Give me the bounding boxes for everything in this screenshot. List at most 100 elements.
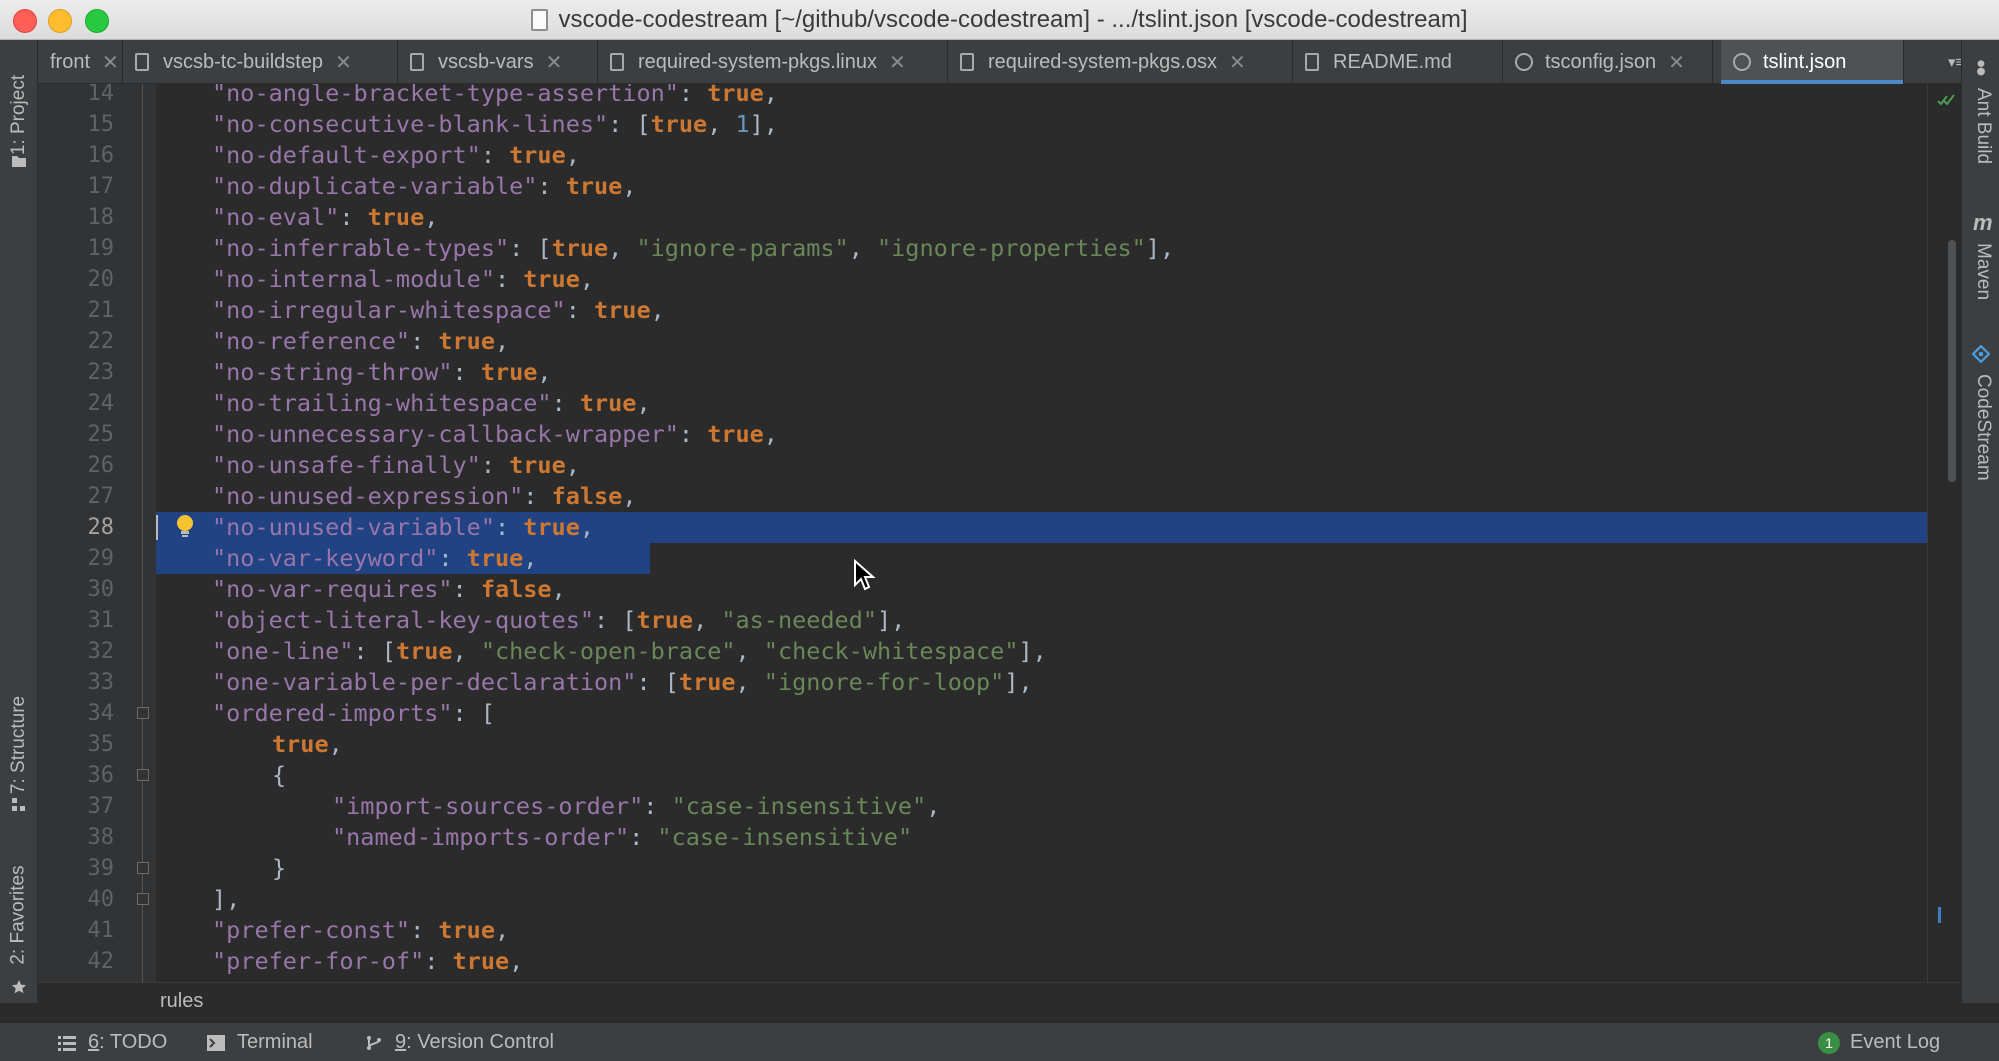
code-line[interactable]: 15 "no-consecutive-blank-lines": [true, 1… [38, 109, 1961, 140]
code-line[interactable]: 37 "import-sources-order": "case-insensit… [38, 791, 1961, 822]
code-text[interactable]: "no-unused-expression": false, [212, 481, 636, 512]
code-text[interactable]: "no-inferrable-types": [true, "ignore-pa… [212, 233, 1174, 264]
code-line[interactable]: 32 "one-line": [true, "check-open-brace",… [38, 636, 1961, 667]
code-text[interactable]: true, [272, 729, 343, 760]
code-text[interactable]: "no-duplicate-variable": true, [212, 171, 636, 202]
close-tab-icon[interactable]: ✕ [889, 50, 906, 75]
terminal-tool-button[interactable]: Terminal [207, 1023, 313, 1061]
code-text[interactable]: "no-string-throw": true, [212, 357, 552, 388]
close-tab-icon[interactable]: ✕ [335, 50, 352, 75]
code-editor[interactable]: 14 "no-angle-bracket-type-assertion": tru… [38, 84, 1961, 982]
code-text[interactable]: "no-reference": true, [212, 326, 509, 357]
code-line[interactable]: 26 "no-unsafe-finally": true, [38, 450, 1961, 481]
tab-tslint[interactable]: tslint.json [1721, 40, 1904, 84]
code-line[interactable]: 40], [38, 884, 1961, 915]
close-tab-icon[interactable]: ✕ [1229, 50, 1246, 75]
code-text[interactable]: "import-sources-order": "case-insensitiv… [332, 791, 940, 822]
tab-vscsb-vars[interactable]: vscsb-vars ✕ [398, 40, 598, 84]
code-line[interactable]: 31 "object-literal-key-quotes": [true, "a… [38, 605, 1961, 636]
code-line[interactable]: 35 true, [38, 729, 1961, 760]
fold-marker-icon[interactable] [137, 707, 149, 719]
code-line[interactable]: 29 "no-var-keyword": true, [38, 543, 1961, 574]
breadcrumb-item[interactable]: rules [160, 990, 203, 1013]
event-log-button[interactable]: 1 Event Log [1818, 1023, 1940, 1061]
close-tab-icon[interactable]: ✕ [546, 50, 563, 75]
code-token: true [480, 358, 538, 386]
version-control-tool-button[interactable]: 9: Version Control [365, 1023, 554, 1061]
code-line[interactable]: 16 "no-default-export": true, [38, 140, 1961, 171]
code-text[interactable]: "no-unsafe-finally": true, [212, 450, 580, 481]
code-text[interactable]: "no-unused-variable": true, [212, 512, 594, 543]
code-text[interactable]: "no-var-keyword": true, [212, 543, 537, 574]
code-line[interactable]: 41 "prefer-const": true, [38, 915, 1961, 946]
code-line[interactable]: 14 "no-angle-bracket-type-assertion": tru… [38, 84, 1961, 109]
code-line[interactable]: 17 "no-duplicate-variable": true, [38, 171, 1961, 202]
code-text[interactable]: "no-irregular-whitespace": true, [212, 295, 665, 326]
tab-readme[interactable]: README.md [1293, 40, 1503, 84]
fold-marker-icon[interactable] [137, 862, 149, 874]
code-line[interactable]: 18 "no-eval": true, [38, 202, 1961, 233]
code-line[interactable]: 36 { [38, 760, 1961, 791]
editor-tab-bar: front ✕ vscsb-tc-buildstep ✕ vscsb-vars … [38, 40, 1973, 84]
todo-tool-button[interactable]: 6: TODO [58, 1023, 167, 1061]
favorites-tool-button[interactable]: 2: Favorites [0, 840, 38, 990]
code-token: : [424, 947, 453, 975]
code-line[interactable]: 38 "named-imports-order": "case-insensiti… [38, 822, 1961, 853]
code-text[interactable]: "no-internal-module": true, [212, 264, 594, 295]
code-text[interactable]: "no-consecutive-blank-lines": [true, 1], [212, 109, 778, 140]
code-token: true [551, 234, 609, 262]
code-text[interactable]: "no-trailing-whitespace": true, [212, 388, 651, 419]
code-line[interactable]: 27 "no-unused-expression": false, [38, 481, 1961, 512]
tab-tsconfig[interactable]: tsconfig.json ✕ [1503, 40, 1713, 84]
code-token: , [494, 916, 510, 944]
tab-vscsb-tc-buildstep[interactable]: vscsb-tc-buildstep ✕ [123, 40, 398, 84]
maven-tool-button[interactable]: Maven [1962, 243, 1999, 353]
close-tab-icon[interactable]: ✕ [1668, 50, 1685, 75]
code-text[interactable]: "object-literal-key-quotes": [true, "as-… [212, 605, 905, 636]
tab-required-system-pkgs-osx[interactable]: required-system-pkgs.osx ✕ [948, 40, 1293, 84]
code-line[interactable]: 21 "no-irregular-whitespace": true, [38, 295, 1961, 326]
editor-scrollbar[interactable] [1927, 84, 1961, 982]
intention-bulb-icon[interactable] [172, 512, 198, 543]
code-line[interactable]: 30 "no-var-requires": false, [38, 574, 1961, 605]
code-text[interactable]: "ordered-imports": [ [212, 698, 495, 729]
code-text[interactable]: } [272, 853, 286, 884]
code-text[interactable]: { [272, 760, 286, 791]
code-token: : [643, 792, 672, 820]
code-line[interactable]: 28 "no-unused-variable": true, [38, 512, 1961, 543]
code-line[interactable]: 22 "no-reference": true, [38, 326, 1961, 357]
line-number: 21 [87, 298, 115, 323]
code-line[interactable]: 33 "one-variable-per-declaration": [true,… [38, 667, 1961, 698]
code-text[interactable]: "named-imports-order": "case-insensitive… [332, 822, 912, 853]
tab-front[interactable]: front ✕ [38, 40, 123, 84]
code-line[interactable]: 23 "no-string-throw": true, [38, 357, 1961, 388]
codestream-tool-button[interactable]: CodeStream [1962, 374, 1999, 514]
tab-required-system-pkgs-linux[interactable]: required-system-pkgs.linux ✕ [598, 40, 948, 84]
code-line[interactable]: 20 "no-internal-module": true, [38, 264, 1961, 295]
code-text[interactable]: "no-default-export": true, [212, 140, 580, 171]
code-text[interactable]: "no-eval": true, [212, 202, 438, 233]
code-line[interactable]: 39} [38, 853, 1961, 884]
fold-marker-icon[interactable] [137, 893, 149, 905]
code-token: , [565, 451, 580, 479]
code-line[interactable]: 42 "prefer-for-of": true, [38, 946, 1961, 977]
code-text[interactable]: "one-line": [true, "check-open-brace", "… [212, 636, 1047, 667]
code-token: , [579, 513, 595, 541]
ant-build-tool-button[interactable]: Ant Build [1962, 88, 1999, 228]
code-text[interactable]: "no-var-requires": false, [212, 574, 566, 605]
code-text[interactable]: "no-unnecessary-callback-wrapper": true, [212, 419, 778, 450]
code-text[interactable]: "prefer-for-of": true, [212, 946, 523, 977]
code-line[interactable]: 34 "ordered-imports": [ [38, 698, 1961, 729]
code-line[interactable]: 24 "no-trailing-whitespace": true, [38, 388, 1961, 419]
code-token: , [328, 730, 343, 758]
code-text[interactable]: "no-angle-bracket-type-assertion": true, [212, 84, 778, 109]
code-line[interactable]: 25 "no-unnecessary-callback-wrapper": tru… [38, 419, 1961, 450]
change-marker[interactable] [1938, 907, 1941, 923]
scrollbar-thumb[interactable] [1948, 240, 1956, 482]
code-line[interactable]: 19 "no-inferrable-types": [true, "ignore-… [38, 233, 1961, 264]
code-text[interactable]: ], [212, 884, 240, 915]
close-tab-icon[interactable]: ✕ [102, 50, 119, 75]
code-text[interactable]: "prefer-const": true, [212, 915, 509, 946]
fold-marker-icon[interactable] [137, 769, 149, 781]
code-text[interactable]: "one-variable-per-declaration": [true, "… [212, 667, 1033, 698]
